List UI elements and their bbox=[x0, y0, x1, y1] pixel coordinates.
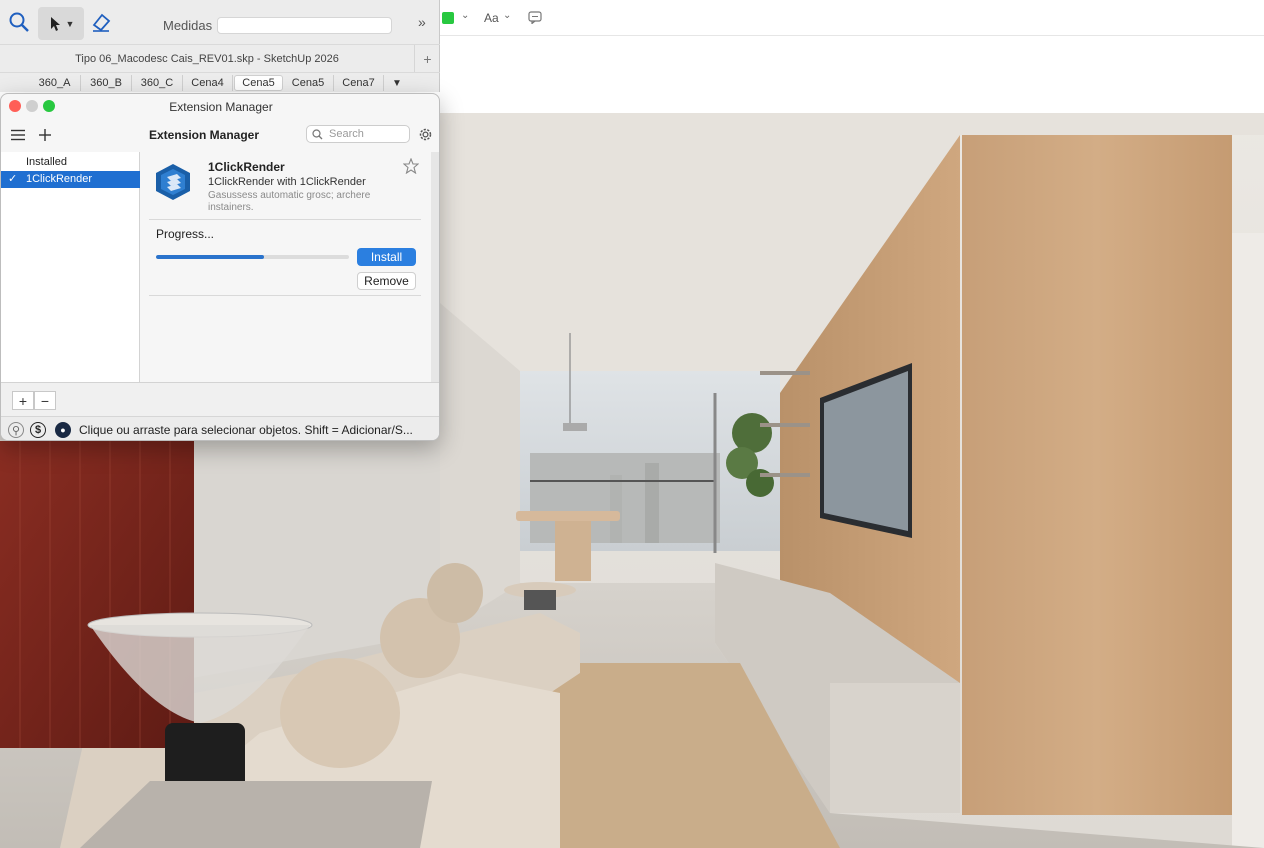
chevron-down-icon[interactable]: ⌄ bbox=[503, 10, 511, 21]
extension-sidebar: Installed ✓ 1ClickRender bbox=[1, 152, 140, 382]
caret-down-icon: ▼ bbox=[65, 18, 75, 29]
menu-icon[interactable] bbox=[11, 129, 25, 141]
em-header-title: Extension Manager bbox=[149, 128, 260, 142]
chevron-down-icon[interactable]: ⌄ bbox=[461, 10, 469, 21]
extension-description: Gasussess automatic grosc; archere insta… bbox=[208, 190, 371, 213]
add-button[interactable]: + bbox=[12, 391, 34, 410]
eraser-icon bbox=[92, 13, 111, 32]
magnifier-icon bbox=[9, 12, 29, 32]
extension-name: 1ClickRender bbox=[208, 160, 285, 174]
sketchup-window: ▼ Medidas » Tipo 06_Macodesc Cais_REV01.… bbox=[0, 0, 440, 92]
geolocation-icon[interactable]: ⚲ bbox=[8, 422, 24, 438]
document-title-bar: Tipo 06_Macodesc Cais_REV01.skp - Sketch… bbox=[0, 44, 440, 73]
scrollbar[interactable] bbox=[431, 152, 439, 382]
remove-item-button[interactable]: − bbox=[34, 391, 56, 410]
install-button[interactable]: Install bbox=[357, 248, 416, 266]
sidebar-item-1clickrender[interactable]: ✓ 1ClickRender bbox=[1, 171, 140, 188]
em-window-title: Extension Manager bbox=[169, 100, 273, 114]
em-header: Extension Manager Search bbox=[1, 120, 439, 150]
status-bar: ⚲ $ ● Clique ou arraste para selecionar … bbox=[1, 416, 439, 440]
star-icon[interactable] bbox=[403, 158, 419, 174]
status-message: Clique ou arraste para selecionar objeto… bbox=[79, 423, 413, 437]
divider bbox=[149, 219, 421, 220]
scene-tabs: 360_A 360_B 360_C Cena4 Cena5 Cena5 Cena… bbox=[0, 72, 440, 92]
extension-subtitle: 1ClickRender with 1ClickRender bbox=[208, 176, 366, 188]
plus-icon[interactable] bbox=[38, 128, 52, 142]
search-input[interactable]: Search bbox=[306, 125, 410, 143]
scene-tab[interactable]: Cena7 bbox=[334, 75, 384, 91]
scene-tabs-more-button[interactable]: ▼ bbox=[384, 75, 410, 91]
em-titlebar: Extension Manager bbox=[1, 94, 439, 118]
progress-label: Progress... bbox=[156, 227, 215, 241]
progress-bar bbox=[156, 255, 349, 259]
progress-bar-fill bbox=[156, 255, 265, 259]
remove-button[interactable]: Remove bbox=[357, 272, 416, 290]
user-profile-icon[interactable]: ● bbox=[55, 422, 71, 438]
search-icon bbox=[312, 129, 323, 140]
sketchup-extension-icon bbox=[156, 164, 190, 200]
document-title: Tipo 06_Macodesc Cais_REV01.skp - Sketch… bbox=[75, 53, 339, 65]
sidebar-item-installed[interactable]: Installed bbox=[1, 154, 140, 171]
extension-detail: 1ClickRender 1ClickRender with 1ClickRen… bbox=[141, 152, 431, 382]
scene-tab[interactable]: 360_B bbox=[81, 75, 132, 91]
checkmark-icon: ✓ bbox=[8, 173, 18, 185]
scene-tab[interactable]: Cena5 bbox=[283, 75, 334, 91]
font-menu-button[interactable]: Aa bbox=[484, 11, 499, 25]
main-toolbar: ▼ Medidas » bbox=[0, 0, 440, 44]
chevron-double-right-icon[interactable]: » bbox=[418, 14, 426, 30]
search-placeholder: Search bbox=[329, 128, 364, 140]
extension-manager-window: Extension Manager Extension Manager Sear… bbox=[0, 93, 440, 441]
gear-icon[interactable] bbox=[417, 126, 434, 143]
right-toolbar: ⌄ Aa ⌄ bbox=[440, 0, 1264, 36]
scene-tab[interactable]: 360_C bbox=[132, 75, 183, 91]
zoom-tool-button[interactable] bbox=[6, 9, 32, 35]
new-tab-button[interactable]: + bbox=[414, 45, 440, 73]
comment-icon[interactable] bbox=[528, 11, 542, 24]
sidebar-item-label: 1ClickRender bbox=[26, 173, 93, 185]
arrow-cursor-icon bbox=[50, 16, 60, 31]
select-tool-button[interactable]: ▼ bbox=[38, 7, 84, 40]
credit-icon[interactable]: $ bbox=[30, 422, 46, 438]
em-footer: + − bbox=[1, 382, 439, 416]
scene-tab[interactable]: Cena4 bbox=[183, 75, 233, 91]
sidebar-item-label: Installed bbox=[26, 156, 67, 168]
scene-tab[interactable]: 360_A bbox=[29, 75, 81, 91]
color-swatch[interactable] bbox=[442, 12, 454, 24]
scene-tab-active[interactable]: Cena5 bbox=[234, 75, 283, 91]
measurements-label: Medidas bbox=[163, 18, 213, 33]
divider bbox=[149, 295, 421, 296]
measurements-input[interactable] bbox=[217, 17, 392, 34]
eraser-tool-button[interactable] bbox=[88, 9, 114, 35]
